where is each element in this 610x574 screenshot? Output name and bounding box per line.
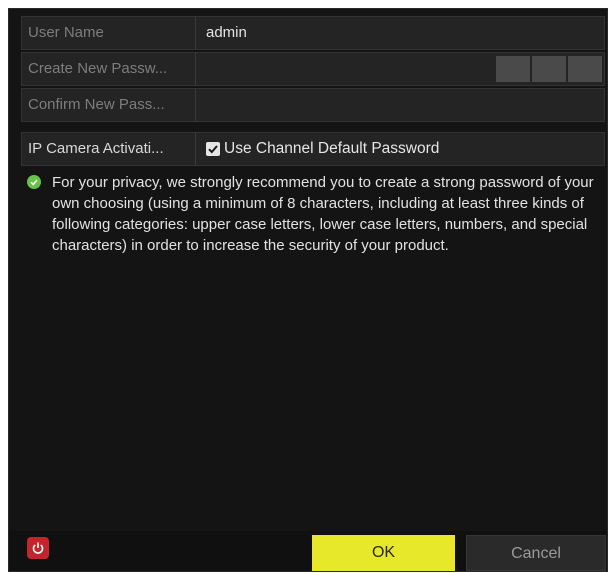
confirm-password-input[interactable] xyxy=(196,89,604,121)
cancel-button[interactable]: Cancel xyxy=(466,535,606,571)
ok-button[interactable]: OK xyxy=(312,535,455,571)
checkmark-icon xyxy=(208,145,218,154)
power-button[interactable] xyxy=(27,537,49,559)
user-name-row: User Name admin xyxy=(21,16,605,50)
ip-camera-activation-row: IP Camera Activati... Use Channel Defaul… xyxy=(21,132,605,166)
use-default-password-label[interactable]: Use Channel Default Password xyxy=(224,133,439,165)
ip-camera-activation-label: IP Camera Activati... xyxy=(22,133,196,165)
password-notice-text: For your privacy, we strongly recommend … xyxy=(52,174,594,254)
dialog-footer: OK Cancel xyxy=(9,531,607,571)
password-strength-meter xyxy=(496,56,602,82)
activation-dialog: User Name admin Create New Passw... Conf… xyxy=(8,8,608,572)
check-circle-icon xyxy=(27,175,41,189)
confirm-password-row: Confirm New Pass... xyxy=(21,88,605,122)
user-name-label: User Name xyxy=(22,17,196,49)
user-name-value: admin xyxy=(206,24,247,41)
use-default-password-checkbox[interactable] xyxy=(206,142,220,156)
power-icon xyxy=(32,542,44,554)
strength-segment-weak xyxy=(496,56,530,82)
strength-segment-strong xyxy=(568,56,602,82)
create-password-row: Create New Passw... xyxy=(21,52,605,86)
strength-segment-medium xyxy=(532,56,566,82)
confirm-password-label: Confirm New Pass... xyxy=(22,89,196,121)
create-password-label: Create New Passw... xyxy=(22,53,196,85)
